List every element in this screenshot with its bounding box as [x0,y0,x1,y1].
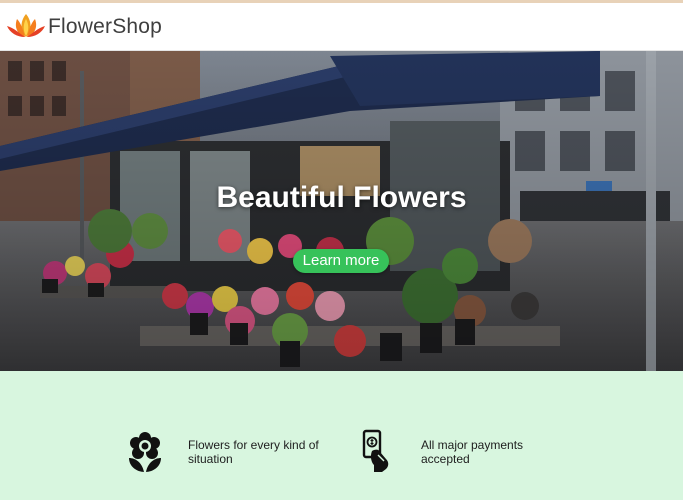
feature-payments-line1: All major payments [421,438,524,452]
flower-icon [129,432,161,472]
brand-name[interactable]: FlowerShop [48,15,162,39]
lotus-logo-icon[interactable] [5,11,47,41]
page: FlowerShop Beautiful Flowers Learn more … [0,0,683,500]
hero-title: Beautiful Flowers [216,181,467,214]
feature-payments-line2: accepted [421,452,470,466]
feature-flowers-line2: situation [188,452,233,466]
site-header: FlowerShop [0,3,683,51]
feature-flowers-text: Flowers for every kind of situation [188,438,319,466]
features-section: Flowers for every kind of situation All … [0,371,683,500]
hero-banner: Beautiful Flowers Learn more [0,51,683,371]
mobile-payment-icon [362,429,389,472]
feature-payments-text: All major payments accepted [421,438,523,466]
feature-flowers-line1: Flowers for every kind of [188,438,319,452]
learn-more-button[interactable]: Learn more [293,249,389,273]
